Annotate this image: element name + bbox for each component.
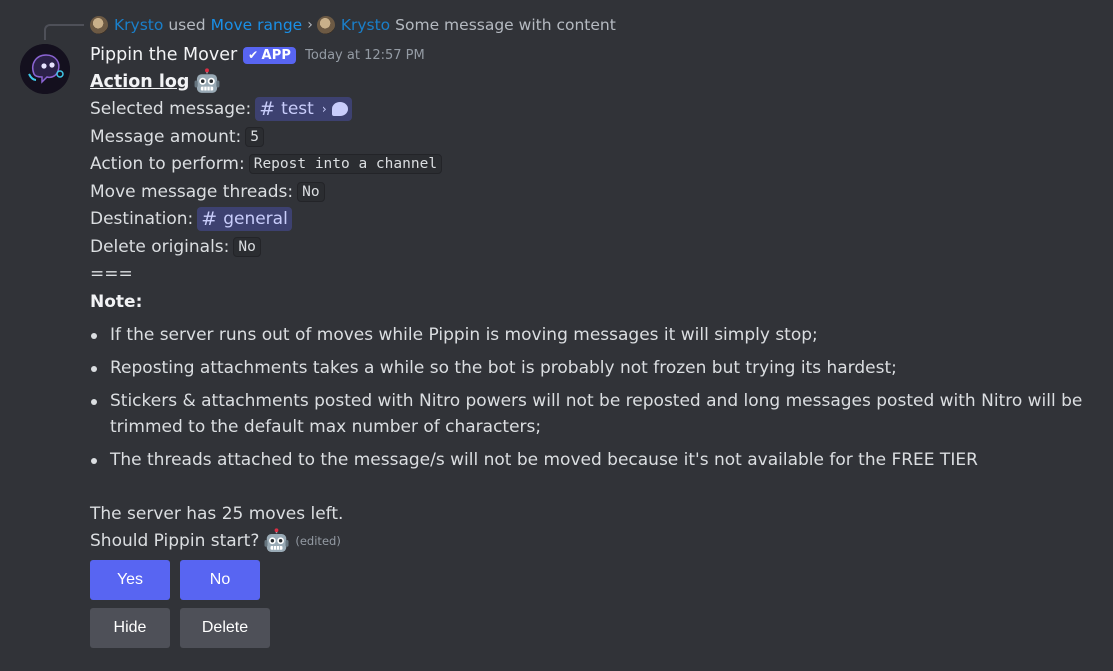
note-heading: Note:	[90, 291, 143, 312]
no-button[interactable]: No	[180, 560, 260, 600]
amount-label: Message amount:	[90, 126, 242, 147]
primary-button-row: Yes No	[90, 560, 1093, 600]
replied-message-preview[interactable]: Some message with content	[395, 16, 616, 34]
moves-left-text: The server has 25 moves left.	[90, 503, 344, 524]
title-line: Action log	[90, 68, 1093, 96]
robot-face-emoji-icon[interactable]	[193, 68, 221, 96]
message-header: Pippin the Mover ✔ APP Today at 12:57 PM	[90, 42, 1093, 68]
destination-row: Destination: # general	[90, 206, 1093, 234]
channel-name: general	[223, 209, 288, 230]
delete-button[interactable]: Delete	[180, 608, 270, 648]
used-text: used	[168, 16, 206, 34]
reply-connector	[44, 24, 84, 40]
app-tag-label: APP	[261, 47, 292, 63]
robot-face-emoji-icon[interactable]	[263, 528, 290, 555]
chevron-right-icon: ›	[307, 17, 313, 33]
hide-button[interactable]: Hide	[90, 608, 170, 648]
action-value: Repost into a channel	[248, 154, 443, 175]
action-log-title: Action log	[90, 71, 190, 92]
channel-hash-icon: #	[259, 98, 276, 121]
replied-user-avatar[interactable]	[90, 16, 108, 34]
list-item: If the server runs out of moves while Pi…	[91, 322, 1093, 349]
command-name[interactable]: Move range	[211, 16, 303, 34]
edited-indicator[interactable]: (edited)	[295, 534, 340, 548]
reply-context[interactable]: Krysto used Move range › Krysto Some mes…	[90, 14, 616, 36]
list-item: Stickers & attachments posted with Nitro…	[91, 388, 1093, 441]
amount-row: Message amount: 5	[90, 123, 1093, 151]
check-icon: ✔	[248, 48, 259, 62]
selected-message-row: Selected message: # test ›	[90, 96, 1093, 124]
thread-bubble-icon	[331, 102, 348, 117]
selected-message-label: Selected message:	[90, 99, 252, 120]
separator-text: ===	[90, 264, 133, 285]
threads-label: Move message threads:	[90, 181, 294, 202]
action-row: Action to perform: Repost into a channel	[90, 151, 1093, 179]
amount-value: 5	[245, 126, 264, 147]
delete-originals-value: No	[233, 236, 261, 257]
list-item: The threads attached to the message/s wi…	[91, 447, 1093, 474]
destination-label: Destination:	[90, 209, 194, 230]
action-label: Action to perform:	[90, 154, 245, 175]
delete-originals-row: Delete originals: No	[90, 233, 1093, 261]
app-tag: ✔ APP	[243, 46, 297, 64]
yes-button[interactable]: Yes	[90, 560, 170, 600]
channel-hash-icon: #	[201, 208, 218, 231]
timestamp[interactable]: Today at 12:57 PM	[305, 48, 425, 63]
bot-avatar[interactable]	[20, 44, 70, 94]
delete-originals-label: Delete originals:	[90, 236, 230, 257]
channel-name: test	[281, 99, 314, 120]
question-row: Should Pippin start? (edited)	[90, 528, 1093, 556]
replied-username[interactable]: Krysto	[114, 16, 163, 34]
threads-row: Move message threads: No	[90, 178, 1093, 206]
list-item: Reposting attachments takes a while so t…	[91, 355, 1093, 382]
replied-username-2[interactable]: Krysto	[341, 16, 390, 34]
channel-mention-test[interactable]: # test ›	[255, 97, 352, 122]
replied-user-avatar-2[interactable]	[316, 16, 335, 34]
message-content: Pippin the Mover ✔ APP Today at 12:57 PM…	[90, 42, 1093, 648]
secondary-button-row: Hide Delete	[90, 608, 1093, 648]
threads-value: No	[297, 181, 325, 202]
chevron-right-icon: ›	[321, 102, 327, 117]
question-text: Should Pippin start?	[90, 531, 260, 552]
notes-list: If the server runs out of moves while Pi…	[90, 322, 1093, 474]
channel-mention-general[interactable]: # general	[197, 207, 292, 232]
author-name[interactable]: Pippin the Mover	[90, 45, 237, 65]
